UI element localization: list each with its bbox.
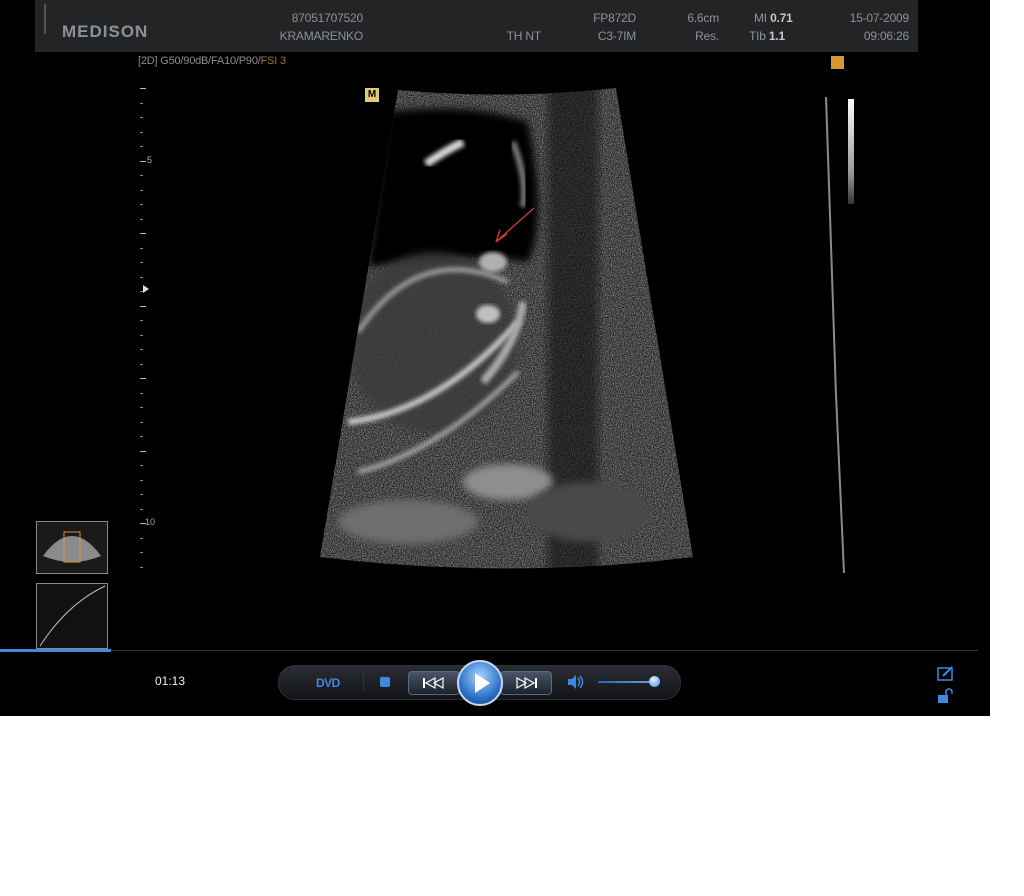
header-divider	[44, 4, 46, 34]
mi-readout: MI 0.71	[754, 11, 793, 25]
depth-tick	[140, 421, 143, 423]
depth-tick	[140, 363, 143, 365]
depth-tick	[140, 305, 146, 307]
depth-tick	[140, 146, 143, 147]
depth-tick	[140, 204, 143, 205]
ultrasound-header: MEDISON 87051707520 KRAMARENKO TH NT FP8…	[35, 0, 918, 52]
depth-label-10: 10	[145, 517, 156, 527]
depth-tick	[140, 131, 143, 133]
depth-tick	[140, 566, 143, 568]
seek-bar-progress	[0, 649, 111, 652]
depth-tick	[140, 537, 143, 539]
probe-orientation-icon	[831, 56, 844, 69]
patient-id: 87051707520	[291, 11, 363, 25]
depth-tick	[140, 508, 143, 510]
depth-tick	[140, 378, 146, 379]
depth-tick	[140, 465, 143, 466]
volume-slider-handle[interactable]	[649, 676, 660, 687]
depth-tick	[140, 262, 143, 263]
depth-tick	[140, 552, 143, 553]
depth-tick	[140, 523, 146, 524]
depth-tick	[140, 494, 143, 495]
edit-icon[interactable]	[937, 666, 955, 682]
probe-model: FP872D	[593, 11, 636, 25]
probe-sector-thumbnail	[36, 521, 108, 574]
depth-tick	[140, 189, 143, 191]
depth-scale: 5 10	[135, 82, 165, 572]
brand-logo: MEDISON	[62, 22, 149, 41]
depth-tick	[140, 450, 146, 452]
gain-curve-thumbnail	[36, 583, 108, 649]
next-button[interactable]	[500, 671, 552, 695]
depth-tick	[140, 218, 143, 220]
control-separator	[363, 672, 364, 692]
res-label: Res.	[695, 29, 719, 43]
depth-tick	[140, 349, 143, 350]
ultrasound-image	[320, 88, 693, 569]
depth-value: 6.6cm	[687, 11, 719, 25]
grayscale-bar	[822, 95, 854, 575]
play-button[interactable]	[457, 660, 503, 706]
dvd-button[interactable]: DVD	[316, 676, 340, 690]
patient-name: KRAMARENKO	[279, 29, 364, 43]
exam-time: 09:06:26	[863, 29, 909, 43]
volume-icon[interactable]	[566, 674, 586, 690]
depth-tick	[140, 392, 143, 394]
depth-tick	[140, 175, 143, 176]
stop-icon[interactable]	[380, 677, 390, 687]
depth-label-5: 5	[147, 155, 153, 165]
depth-tick	[140, 436, 143, 437]
next-icon	[516, 676, 537, 690]
previous-icon	[423, 676, 444, 690]
imaging-params-fsi: FSI 3	[260, 55, 286, 67]
exam-type: TH NT	[506, 29, 542, 43]
depth-tick	[140, 233, 146, 234]
depth-tick	[140, 247, 143, 249]
grayscale-gradient	[848, 99, 854, 204]
focus-marker-icon	[143, 285, 149, 293]
tib-readout: TIb 1.1	[749, 29, 785, 43]
depth-tick	[140, 291, 143, 292]
depth-tick	[140, 102, 143, 104]
probe-type: C3-7IM	[597, 29, 636, 43]
depth-tick	[140, 479, 143, 481]
exam-date: 15-07-2009	[849, 11, 910, 25]
depth-tick	[140, 276, 143, 278]
imaging-parameters: [2D] G50/90dB/FA10/P90/FSI 3	[138, 55, 286, 67]
depth-tick	[140, 117, 143, 118]
depth-tick	[140, 334, 143, 336]
elapsed-time: 01:13	[155, 674, 186, 688]
previous-button[interactable]	[408, 671, 460, 695]
depth-tick	[140, 320, 143, 321]
depth-tick	[140, 160, 146, 162]
depth-tick	[140, 88, 146, 89]
seek-bar[interactable]	[0, 650, 978, 651]
depth-tick	[140, 407, 143, 408]
lock-icon[interactable]	[937, 688, 955, 704]
play-icon	[475, 673, 490, 693]
imaging-params-main: [2D] G50/90dB/FA10/P90/	[138, 55, 261, 67]
video-player: MEDISON 87051707520 KRAMARENKO TH NT FP8…	[0, 0, 990, 716]
